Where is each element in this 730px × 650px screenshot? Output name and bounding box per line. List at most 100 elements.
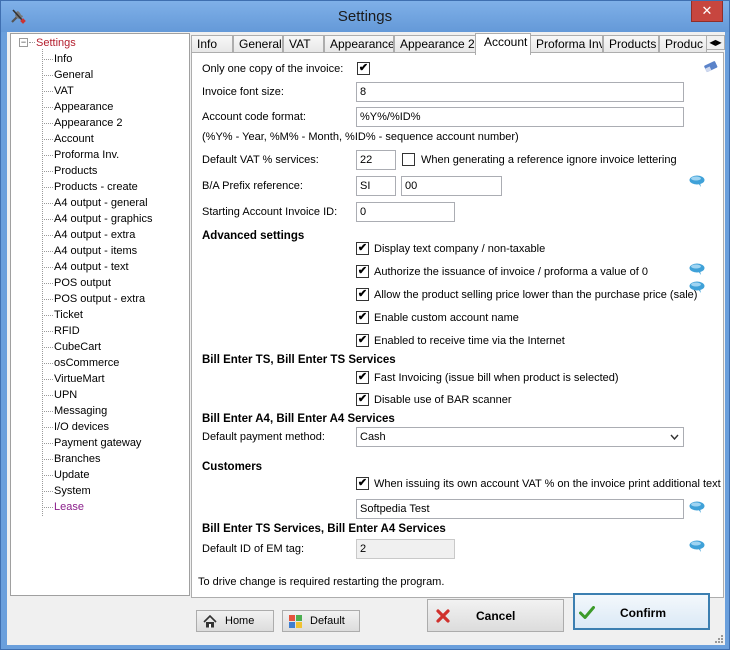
tree-item-i-o-devices[interactable]: I/O devices bbox=[54, 419, 109, 435]
tab-account[interactable]: Account bbox=[475, 33, 531, 55]
bill-ts-a4-heading: Bill Enter TS Services, Bill Enter A4 Se… bbox=[202, 523, 446, 535]
cancel-button[interactable]: Cancel bbox=[427, 599, 564, 632]
tree-connector bbox=[42, 75, 53, 76]
advanced-option-checkbox-1[interactable]: ✔ bbox=[356, 242, 369, 255]
invoice-font-size-input[interactable]: 8 bbox=[356, 82, 684, 102]
fast-invoicing-label: Fast Invoicing (issue bill when product … bbox=[374, 372, 619, 384]
prefix-label: B/A Prefix reference: bbox=[202, 180, 303, 192]
tree-connector bbox=[42, 475, 53, 476]
default-vat-input[interactable]: 22 bbox=[356, 150, 396, 170]
tree-item-upn[interactable]: UPN bbox=[54, 387, 77, 403]
tree-item-oscommerce[interactable]: osCommerce bbox=[54, 355, 119, 371]
resize-grip-icon[interactable] bbox=[713, 633, 723, 643]
advanced-option-checkbox-2[interactable]: ✔ bbox=[356, 265, 369, 278]
tab-scroll-control: ◀▶ bbox=[706, 35, 725, 50]
comment-bubble-icon[interactable] bbox=[689, 175, 705, 187]
account-code-format-input[interactable]: %Y%/%ID% bbox=[356, 107, 684, 127]
tree-item-virtuemart[interactable]: VirtueMart bbox=[54, 371, 105, 387]
advanced-settings-heading: Advanced settings bbox=[202, 230, 305, 242]
tree-item-appearance-2[interactable]: Appearance 2 bbox=[54, 115, 123, 131]
close-button[interactable]: ✕ bbox=[691, 1, 723, 22]
payment-method-select[interactable]: Cash bbox=[356, 427, 684, 447]
tree-item-a4-output-extra[interactable]: A4 output - extra bbox=[54, 227, 135, 243]
settings-tree[interactable]: − Settings Info General VAT Appearance Appea… bbox=[10, 33, 190, 596]
additional-text-input[interactable]: Softpedia Test bbox=[356, 499, 684, 519]
tree-item-vat[interactable]: VAT bbox=[54, 83, 74, 99]
comment-bubble-icon[interactable] bbox=[689, 540, 705, 552]
tree-item-a4-output-general[interactable]: A4 output - general bbox=[54, 195, 148, 211]
collapse-icon[interactable]: − bbox=[19, 38, 28, 47]
vat-print-checkbox[interactable]: ✔ bbox=[356, 477, 369, 490]
tree-connector bbox=[42, 219, 53, 220]
fast-invoicing-checkbox[interactable]: ✔ bbox=[356, 371, 369, 384]
cancel-x-icon bbox=[436, 609, 450, 623]
tree-item-rfid[interactable]: RFID bbox=[54, 323, 80, 339]
advanced-option-checkbox-3[interactable]: ✔ bbox=[356, 288, 369, 301]
advanced-option-checkbox-5[interactable]: ✔ bbox=[356, 334, 369, 347]
checkmark-icon bbox=[579, 606, 595, 619]
tree-connector bbox=[42, 91, 53, 92]
tree-connector bbox=[42, 267, 53, 268]
cancel-label: Cancel bbox=[476, 609, 516, 623]
starting-id-label: Starting Account Invoice ID: bbox=[202, 206, 338, 218]
only-one-copy-checkbox[interactable]: ✔ bbox=[357, 62, 370, 75]
tree-connector bbox=[42, 347, 53, 348]
home-button[interactable]: Home bbox=[196, 610, 274, 632]
tree-connector bbox=[42, 251, 53, 252]
tree-item-general[interactable]: General bbox=[54, 67, 93, 83]
tree-connector bbox=[42, 363, 53, 364]
default-button[interactable]: Default bbox=[282, 610, 360, 632]
chevron-right-icon[interactable]: ▶ bbox=[716, 38, 722, 47]
tree-item-payment-gateway[interactable]: Payment gateway bbox=[54, 435, 141, 451]
invoice-font-size-label: Invoice font size: bbox=[202, 86, 284, 98]
tree-item-lease[interactable]: Lease bbox=[54, 499, 84, 515]
prefix-input-2[interactable]: 00 bbox=[401, 176, 502, 196]
tree-connector bbox=[42, 123, 53, 124]
tree-item-a4-output-items[interactable]: A4 output - items bbox=[54, 243, 137, 259]
tree-item-branches[interactable]: Branches bbox=[54, 451, 100, 467]
window-client: − Settings Info General VAT Appearance Appea… bbox=[7, 32, 725, 645]
home-label: Home bbox=[225, 615, 255, 627]
advanced-option-label-4: Enable custom account name bbox=[374, 312, 519, 324]
tree-connector bbox=[42, 459, 53, 460]
prefix-input-1[interactable]: SI bbox=[356, 176, 396, 196]
tree-item-cubecart[interactable]: CubeCart bbox=[54, 339, 101, 355]
tree-item-update[interactable]: Update bbox=[54, 467, 89, 483]
comment-bubble-icon[interactable] bbox=[689, 501, 705, 513]
title-bar[interactable]: Settings ✕ bbox=[1, 1, 729, 32]
em-tag-input[interactable]: 2 bbox=[356, 539, 455, 559]
window-title: Settings bbox=[337, 8, 393, 25]
confirm-button[interactable]: Confirm bbox=[573, 593, 710, 630]
tree-item-info[interactable]: Info bbox=[54, 51, 72, 67]
ignore-lettering-checkbox[interactable] bbox=[402, 153, 415, 166]
tree-item-account[interactable]: Account bbox=[54, 131, 94, 147]
tree-connector bbox=[42, 379, 53, 380]
tree-item-pos-output[interactable]: POS output bbox=[54, 275, 111, 291]
tree-connector bbox=[42, 139, 53, 140]
tree-connector bbox=[42, 187, 53, 188]
tree-item-messaging[interactable]: Messaging bbox=[54, 403, 107, 419]
disable-bar-checkbox[interactable]: ✔ bbox=[356, 393, 369, 406]
starting-id-input[interactable]: 0 bbox=[356, 202, 455, 222]
default-label: Default bbox=[310, 615, 345, 627]
tree-connector bbox=[42, 315, 53, 316]
advanced-option-checkbox-4[interactable]: ✔ bbox=[356, 311, 369, 324]
tree-item-a4-output-graphics[interactable]: A4 output - graphics bbox=[54, 211, 152, 227]
advanced-option-label-5: Enabled to receive time via the Internet bbox=[374, 335, 565, 347]
tree-item-ticket[interactable]: Ticket bbox=[54, 307, 83, 323]
tree-connector bbox=[42, 283, 53, 284]
account-code-hint: (%Y% - Year, %M% - Month, %ID% - sequenc… bbox=[202, 131, 519, 143]
disable-bar-label: Disable use of BAR scanner bbox=[374, 394, 512, 406]
comment-bubble-icon[interactable] bbox=[689, 263, 705, 275]
tree-item-products[interactable]: Products bbox=[54, 163, 97, 179]
tree-item-a4-output-text[interactable]: A4 output - text bbox=[54, 259, 129, 275]
eraser-icon[interactable] bbox=[703, 61, 719, 73]
advanced-option-label-1: Display text company / non-taxable bbox=[374, 243, 546, 255]
tree-item-system[interactable]: System bbox=[54, 483, 91, 499]
tree-connector bbox=[42, 331, 53, 332]
tree-item-products-create[interactable]: Products - create bbox=[54, 179, 138, 195]
comment-bubble-icon[interactable] bbox=[689, 281, 705, 293]
tree-item-pos-output-extra[interactable]: POS output - extra bbox=[54, 291, 145, 307]
tree-item-appearance[interactable]: Appearance bbox=[54, 99, 113, 115]
tree-item-proforma-inv[interactable]: Proforma Inv. bbox=[54, 147, 119, 163]
